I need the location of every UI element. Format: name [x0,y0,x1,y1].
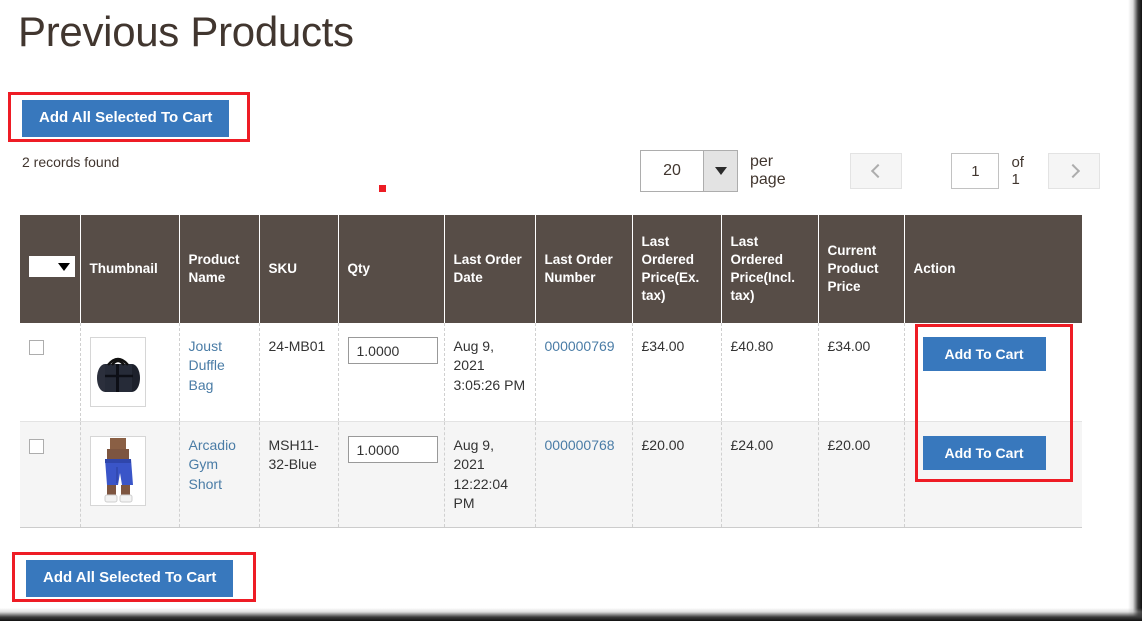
page-title: Previous Products [0,0,1100,56]
column-header-last-order-date: Last Order Date [444,215,535,323]
page-edge-right [1128,0,1142,621]
page-edge-bottom [0,608,1142,621]
grid-header-row: Thumbnail Product Name SKU Qty Last Orde… [20,215,1082,323]
row-last-order-date-cell: Aug 9, 2021 12:22:04 PM [444,422,535,528]
product-thumbnail-image [90,436,146,506]
product-name-link[interactable]: Joust Duffle Bag [189,338,225,393]
chevron-down-icon[interactable] [703,151,737,191]
select-all-checkbox[interactable] [29,256,54,277]
annotation-box-bottom-button [12,552,256,602]
column-header-current-product-price: Current Product Price [818,215,904,323]
row-price-ex-tax-cell: £20.00 [632,422,721,528]
last-order-number-link[interactable]: 000000769 [545,338,615,354]
next-page-button[interactable] [1048,153,1100,189]
row-price-incl-tax-cell: £40.80 [721,323,818,422]
annotation-box-top-button [8,92,250,142]
row-price-incl-tax-cell: £24.00 [721,422,818,528]
column-header-last-ordered-price-ex-tax: Last Ordered Price(Ex. tax) [632,215,721,323]
page-count-label: of 1 [1011,154,1034,188]
row-product-name-cell: Arcadio Gym Short [179,422,259,528]
row-current-price-cell: £34.00 [818,323,904,422]
column-header-action: Action [904,215,1082,323]
row-last-order-date-cell: Aug 9, 2021 3:05:26 PM [444,323,535,422]
row-last-order-number-cell: 000000769 [535,323,632,422]
per-page-label: per page [750,153,808,189]
row-qty-cell [338,323,444,422]
row-thumbnail-cell [80,323,179,422]
annotation-box-action-column [915,324,1073,482]
product-name-link[interactable]: Arcadio Gym Short [189,437,236,492]
column-header-thumbnail: Thumbnail [80,215,179,323]
page-content: Previous Products Add All Selected To Ca… [0,0,1100,56]
pager-toolbar: 20 per page of 1 [640,150,1100,192]
last-order-number-link[interactable]: 000000768 [545,437,615,453]
row-select-cell [20,422,80,528]
row-sku-cell: 24-MB01 [259,323,338,422]
chevron-left-icon [870,164,884,178]
column-header-sku: SKU [259,215,338,323]
row-product-name-cell: Joust Duffle Bag [179,323,259,422]
row-checkbox[interactable] [29,340,44,355]
row-current-price-cell: £20.00 [818,422,904,528]
column-header-last-order-number: Last Order Number [535,215,632,323]
per-page-select[interactable]: 20 [640,150,738,192]
caret-down-icon[interactable] [54,256,75,277]
red-marker-dot [379,185,386,192]
chevron-right-icon [1066,164,1080,178]
records-found-label: 2 records found [22,154,119,170]
row-last-order-number-cell: 000000768 [535,422,632,528]
row-qty-cell [338,422,444,528]
column-header-qty: Qty [338,215,444,323]
qty-input[interactable] [348,337,438,364]
previous-page-button[interactable] [850,153,902,189]
row-checkbox[interactable] [29,439,44,454]
qty-input[interactable] [348,436,438,463]
row-price-ex-tax-cell: £34.00 [632,323,721,422]
column-header-last-ordered-price-incl-tax: Last Ordered Price(Incl. tax) [721,215,818,323]
row-select-cell [20,323,80,422]
row-thumbnail-cell [80,422,179,528]
column-header-product-name: Product Name [179,215,259,323]
product-thumbnail-image [90,337,146,407]
column-header-select [20,215,80,323]
row-sku-cell: MSH11-32-Blue [259,422,338,528]
current-page-input[interactable] [951,153,999,189]
mass-select-dropdown[interactable] [29,256,75,277]
per-page-value: 20 [641,151,703,191]
page-root: Previous Products Add All Selected To Ca… [0,0,1142,621]
